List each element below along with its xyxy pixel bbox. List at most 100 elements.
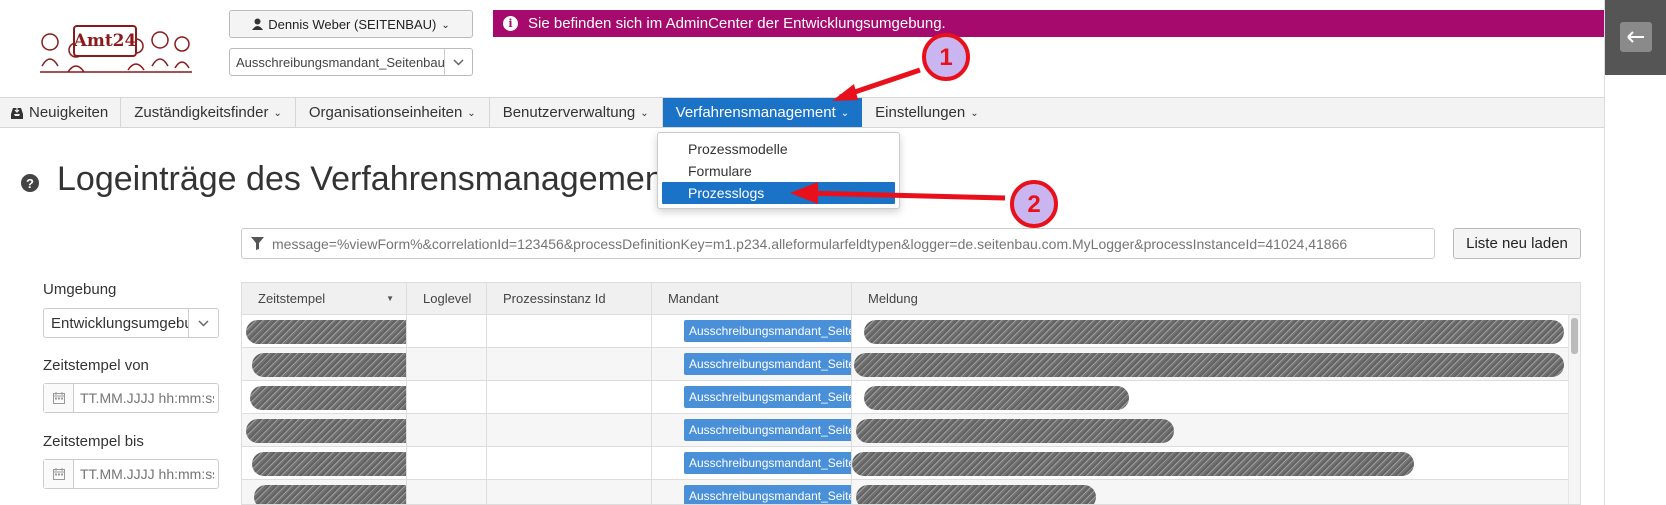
logo-text: Amt24: [73, 31, 137, 51]
cell-loglevel: [407, 381, 487, 413]
table-row[interactable]: Ausschreibungsmandant_Seitenbau: [242, 414, 1580, 447]
timestamp-from-label: Zeitstempel von: [43, 357, 149, 374]
mandant-select[interactable]: Ausschreibungsmandant_Seitenbau: [229, 48, 473, 76]
annotation-marker-2: 2: [1010, 180, 1058, 228]
reload-list-button[interactable]: Liste neu laden: [1453, 228, 1581, 259]
timestamp-to-input[interactable]: [74, 466, 214, 482]
nav-item-einstellungen[interactable]: Einstellungen ⌄: [862, 98, 991, 127]
cell-loglevel: [407, 480, 487, 504]
filter-icon: [242, 237, 272, 250]
inbox-icon: [11, 107, 23, 119]
cell-mandant: Ausschreibungsmandant_Seitenbau: [652, 381, 852, 413]
mandant-badge: Ausschreibungsmandant_Seitenbau: [684, 485, 851, 504]
verfahrensmanagement-dropdown: Prozessmodelle Formulare Prozesslogs: [657, 132, 900, 209]
timestamp-to-label: Zeitstempel bis: [43, 433, 144, 450]
column-header-meldung[interactable]: Meldung: [852, 283, 1580, 314]
log-filter-field[interactable]: [241, 228, 1435, 259]
table-scrollbar[interactable]: [1568, 315, 1580, 504]
mandant-select-value: Ausschreibungsmandant_Seitenbau: [236, 54, 444, 70]
right-rail: [1604, 0, 1666, 505]
table-body: Ausschreibungsmandant_Seitenbau Ausschre…: [242, 315, 1580, 504]
environment-info-banner: i Sie befinden sich im AdminCenter der E…: [493, 10, 1604, 37]
cell-mandant: Ausschreibungsmandant_Seitenbau: [652, 414, 852, 446]
help-icon[interactable]: ?: [21, 174, 39, 192]
user-menu-button[interactable]: Dennis Weber (SEITENBAU) ⌄: [229, 10, 473, 38]
cell-zeitstempel: [242, 315, 407, 347]
cell-prozessinstanz: [487, 480, 652, 504]
user-icon: [252, 18, 264, 30]
timestamp-from-input[interactable]: [74, 390, 214, 406]
environment-label: Umgebung: [43, 281, 117, 298]
cell-mandant: Ausschreibungsmandant_Seitenbau: [652, 480, 852, 504]
redacted-text: [252, 353, 406, 377]
cell-meldung: [852, 381, 1580, 413]
nav-item-benutzerverwaltung[interactable]: Benutzerverwaltung ⌄: [490, 98, 663, 127]
mandant-badge: Ausschreibungsmandant_Seitenbau: [684, 320, 851, 342]
annotation-marker-1: 1: [922, 33, 970, 81]
mandant-badge: Ausschreibungsmandant_Seitenbau: [684, 419, 851, 441]
filter-input[interactable]: [272, 235, 1434, 252]
amt24-logo[interactable]: Amt24: [36, 22, 194, 76]
info-banner-text: Sie befinden sich im AdminCenter der Ent…: [528, 15, 946, 32]
info-icon: i: [503, 16, 518, 31]
column-header-mandant[interactable]: Mandant: [652, 283, 852, 314]
cell-loglevel: [407, 414, 487, 446]
chevron-down-icon: ⌄: [441, 19, 450, 31]
nav-item-organisationseinheiten[interactable]: Organisationseinheiten ⌄: [296, 98, 490, 127]
rail-header: [1605, 0, 1666, 75]
column-header-prozessinstanz-id[interactable]: Prozessinstanz Id: [487, 283, 652, 314]
calendar-icon[interactable]: [44, 384, 74, 412]
table-row[interactable]: Ausschreibungsmandant_Seitenbau: [242, 315, 1580, 348]
timestamp-to-field[interactable]: [43, 459, 219, 489]
cell-prozessinstanz: [487, 315, 652, 347]
annotation-arrow-1: [839, 67, 921, 100]
table-row[interactable]: Ausschreibungsmandant_Seitenbau: [242, 381, 1580, 414]
cell-loglevel: [407, 315, 487, 347]
user-button-label: Dennis Weber (SEITENBAU): [268, 16, 437, 32]
redacted-text: [864, 386, 1129, 410]
table-row[interactable]: Ausschreibungsmandant_Seitenbau: [242, 447, 1580, 480]
cell-meldung: [852, 414, 1580, 446]
environment-select[interactable]: Entwicklungsumgebung: [43, 308, 219, 338]
redacted-text: [856, 485, 1096, 504]
redacted-text: [252, 452, 406, 476]
cell-meldung: [852, 447, 1580, 479]
cell-loglevel: [407, 348, 487, 380]
calendar-icon[interactable]: [44, 460, 74, 488]
redacted-text: [254, 485, 406, 504]
cell-loglevel: [407, 447, 487, 479]
collapse-button[interactable]: [1620, 22, 1652, 52]
timestamp-from-field[interactable]: [43, 383, 219, 413]
menu-item-prozessmodelle[interactable]: Prozessmodelle: [658, 138, 899, 160]
menu-item-formulare[interactable]: Formulare: [658, 160, 899, 182]
table-header: Zeitstempel ▼ Loglevel Prozessinstanz Id…: [242, 283, 1580, 315]
annotation-number-1: 1: [939, 44, 952, 71]
cell-meldung: [852, 315, 1580, 347]
cell-zeitstempel: [242, 480, 407, 504]
redacted-text: [246, 320, 406, 344]
table-row[interactable]: Ausschreibungsmandant_Seitenbau: [242, 480, 1580, 504]
menu-item-prozesslogs[interactable]: Prozesslogs: [662, 182, 895, 204]
nav-item-zustaendigkeitsfinder[interactable]: Zuständigkeitsfinder ⌄: [121, 98, 296, 127]
cell-mandant: Ausschreibungsmandant_Seitenbau: [652, 348, 852, 380]
log-table: Zeitstempel ▼ Loglevel Prozessinstanz Id…: [241, 282, 1581, 505]
cell-zeitstempel: [242, 414, 407, 446]
chevron-down-icon: ⌄: [640, 108, 649, 119]
redacted-text: [246, 419, 406, 443]
chevron-down-icon: ⌄: [970, 108, 979, 119]
nav-item-neuigkeiten[interactable]: Neuigkeiten: [0, 98, 122, 127]
table-row[interactable]: Ausschreibungsmandant_Seitenbau: [242, 348, 1580, 381]
cell-mandant: Ausschreibungsmandant_Seitenbau: [652, 447, 852, 479]
nav-item-verfahrensmanagement[interactable]: Verfahrensmanagement ⌄: [662, 98, 863, 127]
redacted-text: [250, 386, 406, 410]
redacted-text: [864, 320, 1564, 344]
main-navbar: Neuigkeiten Zuständigkeitsfinder ⌄ Organ…: [0, 97, 1604, 128]
chevron-down-icon: [188, 309, 218, 337]
cell-prozessinstanz: [487, 447, 652, 479]
cell-prozessinstanz: [487, 348, 652, 380]
scrollbar-thumb[interactable]: [1571, 318, 1578, 354]
cell-mandant: Ausschreibungsmandant_Seitenbau: [652, 315, 852, 347]
sort-desc-icon: ▼: [386, 294, 394, 303]
column-header-loglevel[interactable]: Loglevel: [407, 283, 487, 314]
column-header-zeitstempel[interactable]: Zeitstempel ▼: [242, 283, 407, 314]
